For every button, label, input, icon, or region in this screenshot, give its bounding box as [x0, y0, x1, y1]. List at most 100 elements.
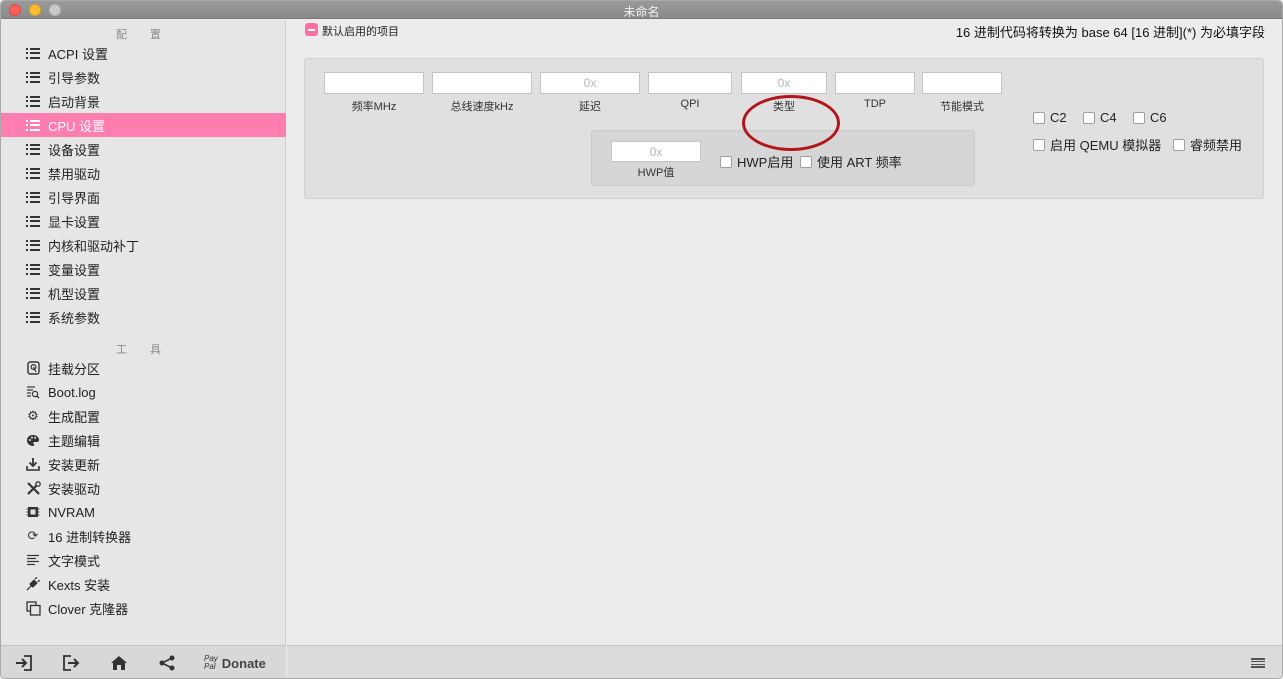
tdp-caption: TDP [864, 98, 886, 110]
config-section-header: 配 置 [115, 29, 172, 41]
hwp-value-input[interactable] [611, 141, 701, 162]
sidebar-item-label: Clover 克隆器 [48, 601, 129, 617]
sidebar-item-nvram[interactable]: NVRAM [1, 500, 286, 524]
sidebar-item-label: 引导界面 [48, 190, 101, 206]
sidebar-item-kexts-installer[interactable]: Kexts 安装 [1, 572, 286, 596]
export-icon[interactable] [61, 654, 81, 672]
sidebar-item-kernel-patches[interactable]: 内核和驱动补丁 [1, 233, 286, 257]
bus-speed-caption: 总线速度kHz [450, 101, 514, 113]
sidebar-item-generate-config[interactable]: ⚙ 生成配置 [1, 404, 286, 428]
checkbox-box[interactable] [1083, 111, 1095, 124]
qemu-emulator-checkbox[interactable]: 启用 QEMU 模拟器 [1033, 135, 1161, 154]
donate-button[interactable]: Pay Pal Donate [204, 651, 266, 675]
sidebar-item-label: 机型设置 [48, 286, 101, 302]
sidebar-item-label: 禁用驱动 [48, 166, 101, 182]
sidebar-item-hex-converter[interactable]: ⟳ 16 进制转换器 [1, 524, 286, 548]
sidebar-item-smbios[interactable]: 机型设置 [1, 281, 286, 305]
tdp-input[interactable] [835, 72, 915, 94]
title-bar: 未命名 [1, 1, 1282, 19]
latency-caption: 延迟 [579, 101, 601, 113]
palette-icon [25, 432, 41, 448]
sidebar-item-cpu[interactable]: CPU 设置 [1, 113, 286, 137]
donate-label: Donate [221, 655, 266, 671]
sidebar-item-rt-variables[interactable]: 变量设置 [1, 257, 286, 281]
latency-field: 延迟 [540, 72, 640, 114]
power-saving-mode-caption: 节能模式 [940, 101, 984, 113]
frequency-caption: 频率MHz [351, 101, 397, 113]
checkbox-box[interactable] [800, 155, 812, 168]
sidebar-item-theme-editor[interactable]: 主题编辑 [1, 428, 286, 452]
qpi-input[interactable] [648, 72, 732, 94]
c6-checkbox[interactable]: C6 [1133, 110, 1167, 125]
sidebar-item-install-update[interactable]: 安装更新 [1, 452, 286, 476]
list-icon [25, 141, 41, 157]
type-input[interactable] [741, 72, 827, 94]
turbo-disable-label: 睿频禁用 [1190, 138, 1243, 153]
hwp-panel: HWP值 HWP启用 使用 ART 频率 [591, 130, 975, 186]
hwp-value-field: HWP值 [611, 141, 701, 180]
frequency-field: 频率MHz [324, 72, 424, 114]
hex-hint-text: 16 进制代码将转换为 base 64 [16 进制](*) 为必填字段 [955, 25, 1265, 40]
bus-speed-field: 总线速度kHz [432, 72, 532, 114]
sidebar-item-mount-efi[interactable]: 挂载分区 [1, 356, 286, 380]
bus-speed-input[interactable] [432, 72, 532, 94]
sidebar-item-acpi[interactable]: ACPI 设置 [1, 41, 286, 65]
download-icon [25, 456, 41, 472]
home-icon[interactable] [109, 654, 129, 672]
list-icon [25, 285, 41, 301]
sidebar-item-text-mode[interactable]: 文字模式 [1, 548, 286, 572]
list-icon [25, 261, 41, 277]
sidebar-item-label: 引导参数 [48, 70, 101, 86]
sidebar-item-graphics[interactable]: 显卡设置 [1, 209, 286, 233]
sidebar-item-label: 内核和驱动补丁 [48, 238, 140, 254]
sidebar-item-boot-log[interactable]: Boot.log [1, 380, 286, 404]
disk-icon [25, 360, 41, 376]
sidebar-item-gui[interactable]: 引导界面 [1, 185, 286, 209]
minus-toggle-icon[interactable] [305, 23, 318, 36]
sidebar-item-install-drivers[interactable]: 安装驱动 [1, 476, 286, 500]
hwp-enable-checkbox[interactable]: HWP启用 [720, 152, 793, 171]
use-art-frequency-label: 使用 ART 频率 [817, 155, 902, 170]
sidebar-item-label: Boot.log [48, 384, 96, 400]
sidebar-footer: Pay Pal Donate [1, 645, 286, 678]
frequency-input[interactable] [324, 72, 424, 94]
sidebar-item-label: 安装更新 [48, 457, 101, 473]
latency-input[interactable] [540, 72, 640, 94]
import-icon[interactable] [14, 654, 34, 672]
checkbox-box[interactable] [1033, 111, 1045, 124]
log-search-icon [25, 384, 41, 400]
sidebar-item-system-parameters[interactable]: 系统参数 [1, 305, 286, 329]
checkbox-box[interactable] [1173, 138, 1185, 151]
checkbox-box[interactable] [1033, 138, 1045, 151]
sidebar-item-clover-cloner[interactable]: Clover 克隆器 [1, 596, 286, 620]
app-window: 未命名 配 置 ACPI 设置 引导参数 启动背景 CPU 设置 设备设置 禁用… [0, 0, 1283, 679]
clone-icon [25, 600, 41, 616]
cpu-settings-panel: 频率MHz 总线速度kHz 延迟 QPI 类型 TDP [304, 58, 1264, 199]
turbo-disable-checkbox[interactable]: 睿频禁用 [1173, 135, 1242, 154]
sidebar-item-label: 系统参数 [48, 310, 101, 326]
sidebar-item-label: 变量设置 [48, 262, 101, 278]
sidebar-item-boot-args[interactable]: 引导参数 [1, 65, 286, 89]
sidebar-item-devices[interactable]: 设备设置 [1, 137, 286, 161]
sidebar-item-boot-graphics[interactable]: 启动背景 [1, 89, 286, 113]
sidebar-item-label: Kexts 安装 [48, 577, 111, 593]
c2-checkbox[interactable]: C2 [1033, 110, 1067, 125]
text-icon [25, 552, 41, 568]
sidebar-item-label: 安装驱动 [48, 481, 101, 497]
type-caption: 类型 [773, 101, 795, 113]
tools-section-header: 工 具 [115, 344, 172, 356]
checkbox-box[interactable] [1133, 111, 1145, 124]
use-art-frequency-checkbox[interactable]: 使用 ART 频率 [800, 152, 902, 171]
hwp-value-caption: HWP值 [637, 167, 675, 179]
checkbox-box[interactable] [720, 155, 732, 168]
c4-checkbox[interactable]: C4 [1083, 110, 1117, 125]
refresh-icon: ⟳ [27, 528, 39, 543]
sidebar: 配 置 ACPI 设置 引导参数 启动背景 CPU 设置 设备设置 禁用驱动 引… [1, 20, 286, 678]
hamburger-menu-icon[interactable] [1251, 658, 1265, 668]
share-icon[interactable] [157, 654, 177, 672]
power-saving-mode-input[interactable] [922, 72, 1002, 94]
sidebar-item-disable-drivers[interactable]: 禁用驱动 [1, 161, 286, 185]
sidebar-item-label: 启动背景 [48, 94, 101, 110]
sidebar-item-label: NVRAM [48, 504, 95, 520]
list-icon [25, 213, 41, 229]
